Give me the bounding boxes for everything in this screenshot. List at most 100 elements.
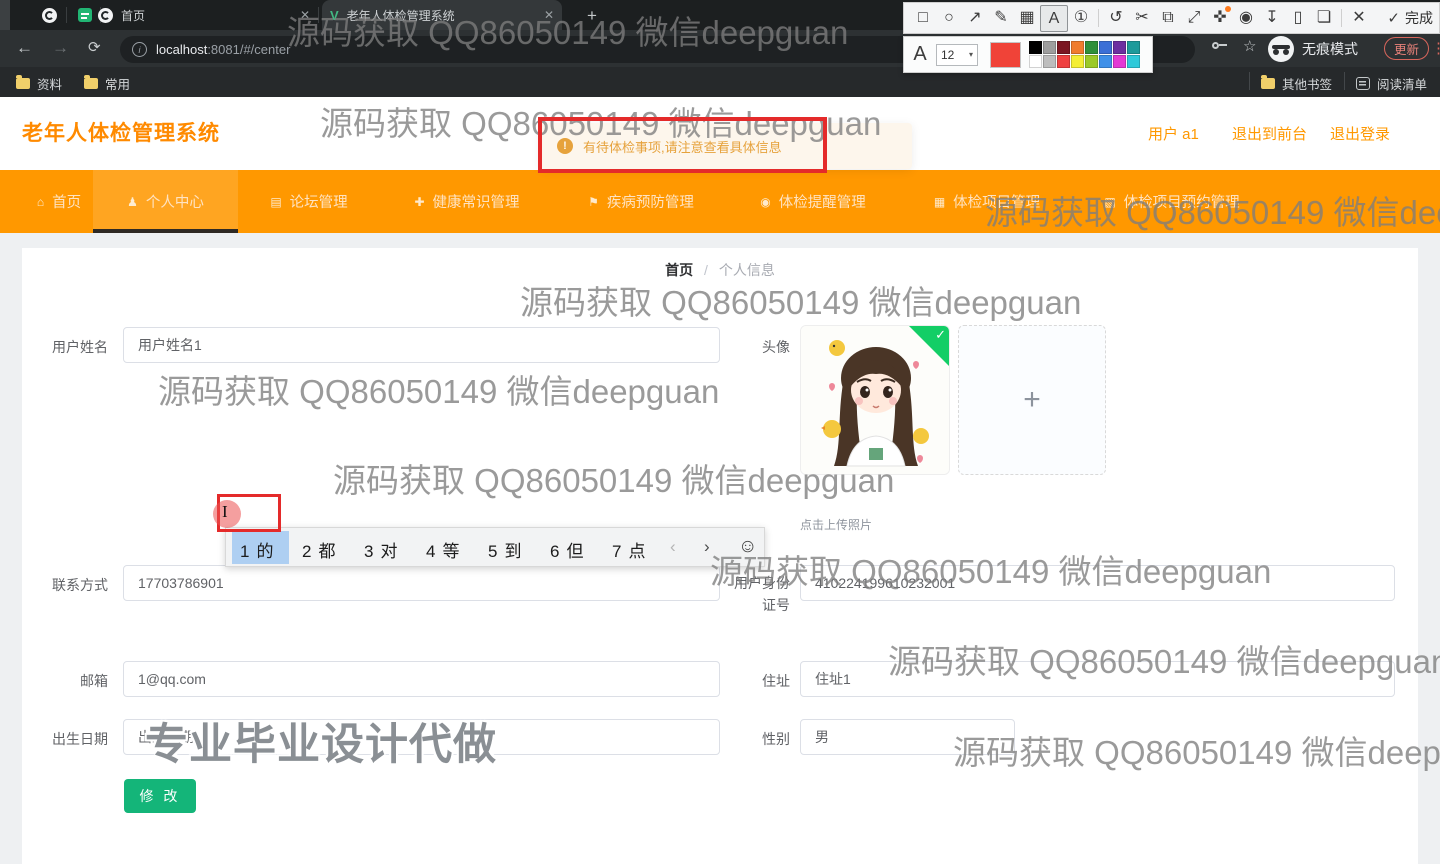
download-tool-icon[interactable]: ↧ <box>1259 4 1285 32</box>
folder-icon <box>16 75 30 89</box>
candidate-number: 1 <box>240 542 250 561</box>
color-swatch[interactable] <box>1043 41 1056 54</box>
bookmark-folder-ziliao[interactable]: 资料 <box>16 74 62 93</box>
color-swatch[interactable] <box>1085 55 1098 68</box>
ime-candidate[interactable]: 1的 <box>240 537 273 562</box>
ime-prev-icon[interactable]: ‹ <box>670 537 676 557</box>
tab-title: 首页 <box>121 8 146 23</box>
tab-separator <box>318 7 319 23</box>
field-input[interactable]: 用户姓名1 <box>123 327 720 363</box>
color-swatch[interactable] <box>1043 55 1056 68</box>
nav-item-2[interactable]: ▤ 论坛管理 <box>253 170 365 233</box>
exit-to-front-link[interactable]: 退出到前台 <box>1232 123 1307 144</box>
site-info-icon[interactable]: i <box>132 42 147 57</box>
ime-candidate[interactable]: 4等 <box>426 537 459 562</box>
color-swatch[interactable] <box>1057 41 1070 54</box>
font-icon: A <box>913 43 927 65</box>
other-bookmarks-button[interactable]: 其他书签 <box>1261 74 1332 93</box>
rectangle-tool-icon[interactable]: □ <box>910 4 936 32</box>
password-key-icon[interactable] <box>1212 42 1227 49</box>
color-swatch[interactable] <box>1029 55 1042 68</box>
nav-item-1[interactable]: ♟ 个人中心 <box>93 170 238 233</box>
reading-list-button[interactable]: 阅读清单 <box>1356 74 1427 93</box>
nav-item-6[interactable]: ▦ 体检项目管理 <box>916 170 1058 233</box>
color-swatch[interactable] <box>1127 41 1140 54</box>
bookmark-tool-icon[interactable]: ❏ <box>1311 4 1337 32</box>
bookmark-star-icon[interactable]: ☆ <box>1243 37 1256 55</box>
bookmark-folder-changyong[interactable]: 常用 <box>84 74 130 93</box>
font-size-select[interactable]: 12 ▾ <box>936 43 978 66</box>
pin-tool-icon[interactable]: ✜ <box>1207 4 1233 32</box>
reload-button[interactable]: ⟳ <box>88 38 101 56</box>
ime-candidate[interactable]: 7点 <box>612 537 645 562</box>
nav-item-4[interactable]: ⚑ 疾病预防管理 <box>570 170 712 233</box>
breadcrumb-home[interactable]: 首页 <box>665 262 693 278</box>
forward-button[interactable]: → <box>52 38 69 58</box>
nav-item-3[interactable]: ✚ 健康常识管理 <box>396 170 538 233</box>
ime-candidate[interactable]: 2都 <box>302 537 335 562</box>
color-swatch[interactable] <box>1029 41 1042 54</box>
color-swatch[interactable] <box>1113 41 1126 54</box>
candidate-text: 但 <box>566 542 584 561</box>
color-swatch[interactable] <box>1113 55 1126 68</box>
ellipse-tool-icon[interactable]: ○ <box>936 4 962 32</box>
undo-tool-icon[interactable]: ↺ <box>1103 4 1129 32</box>
avatar-image[interactable]: ✓ <box>800 325 950 475</box>
chrome-update-button[interactable]: 更新 <box>1384 37 1430 60</box>
back-button[interactable]: ← <box>16 38 33 58</box>
browser-tab-home[interactable]: 首页 ✕ <box>90 0 318 30</box>
phone-tool-icon[interactable]: ▯ <box>1285 4 1311 32</box>
browser-menu-icon[interactable]: ⋮ <box>1431 39 1440 57</box>
nav-item-label: 论坛管理 <box>289 195 348 211</box>
nav-item-7[interactable]: ▧ 体检项目预约管理 <box>1086 170 1258 233</box>
field-input[interactable]: 410224199610232001 <box>800 565 1395 601</box>
nav-item-label: 首页 <box>52 195 82 211</box>
ime-candidate[interactable]: 3对 <box>364 537 397 562</box>
ime-candidate[interactable]: 5到 <box>488 537 521 562</box>
field-label: 性别 <box>762 731 790 747</box>
color-swatch[interactable] <box>1057 55 1070 68</box>
fullscreen-tool-icon[interactable]: ⤢ <box>1181 4 1207 32</box>
text-tool-icon[interactable]: A <box>1040 4 1068 32</box>
ime-emoji-icon[interactable]: ☺ <box>738 536 757 558</box>
tab-close-icon[interactable]: ✕ <box>544 8 554 22</box>
logout-link[interactable]: 退出登录 <box>1330 123 1390 144</box>
arrow-tool-icon[interactable]: ↗ <box>962 4 988 32</box>
cut-tool-icon[interactable]: ✂ <box>1129 4 1155 32</box>
color-swatch[interactable] <box>1127 55 1140 68</box>
pinned-tab[interactable] <box>38 4 60 26</box>
color-swatch[interactable] <box>1085 41 1098 54</box>
candidate-number: 4 <box>426 542 436 561</box>
submit-button[interactable]: 修 改 <box>124 779 196 813</box>
new-tab-button[interactable]: + <box>580 4 604 28</box>
ime-candidate[interactable]: 6但 <box>550 537 583 562</box>
field-input[interactable]: 男 <box>800 719 1015 755</box>
color-swatch[interactable] <box>1071 55 1084 68</box>
pen-tool-icon[interactable]: ✎ <box>988 4 1014 32</box>
current-color-swatch[interactable] <box>990 41 1021 68</box>
close-tool-icon[interactable]: ✕ <box>1346 4 1372 32</box>
header-user-link[interactable]: 用户 a1 <box>1148 123 1199 144</box>
font-size-value: 12 <box>941 47 955 62</box>
color-swatch[interactable] <box>1099 41 1112 54</box>
annotator-done-button[interactable]: ✓ 完成 <box>1387 8 1433 28</box>
health-icon: ✚ <box>414 194 425 209</box>
incognito-badge: 无痕模式 <box>1268 36 1358 62</box>
browser-tab-active[interactable]: V 老年人体检管理系统 ✕ <box>322 0 562 30</box>
record-tool-icon[interactable]: ◉ <box>1233 4 1259 32</box>
nav-item-0[interactable]: ⌂ 首页 <box>20 170 98 233</box>
mosaic-tool-icon[interactable]: ▦ <box>1014 4 1040 32</box>
ime-next-icon[interactable]: › <box>704 537 710 557</box>
copy-tool-icon[interactable]: ⧉ <box>1155 4 1181 32</box>
step-number-tool-icon[interactable]: ① <box>1068 4 1094 32</box>
tab-close-icon[interactable]: ✕ <box>300 8 310 22</box>
candidate-text: 等 <box>442 542 460 561</box>
color-swatch[interactable] <box>1071 41 1084 54</box>
nav-item-5[interactable]: ◉ 体检提醒管理 <box>742 170 884 233</box>
color-swatch[interactable] <box>1099 55 1112 68</box>
reading-list-icon <box>1356 77 1370 90</box>
candidate-text: 点 <box>628 542 646 561</box>
field-input[interactable]: 住址1 <box>800 661 1395 697</box>
toolbar-separator <box>1098 9 1099 27</box>
avatar-upload-box[interactable]: + <box>958 325 1106 475</box>
